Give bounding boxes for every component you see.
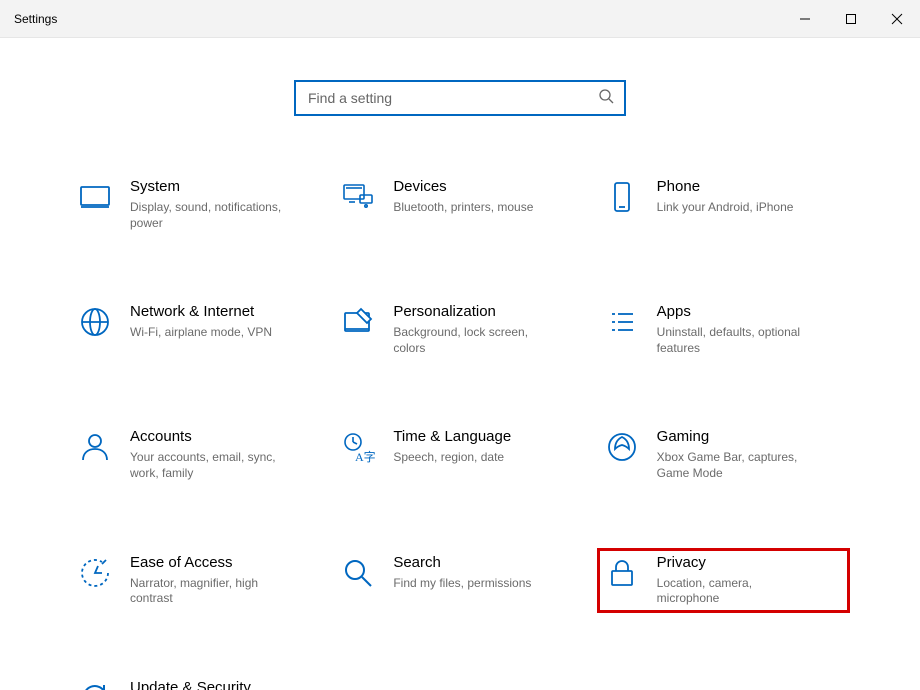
gaming-icon bbox=[603, 428, 641, 466]
minimize-button[interactable] bbox=[782, 0, 828, 38]
category-apps[interactable]: Apps Uninstall, defaults, optional featu… bbox=[597, 297, 850, 362]
category-title: Search bbox=[393, 554, 531, 572]
category-desc: Display, sound, notifications, power bbox=[130, 200, 290, 231]
category-system[interactable]: System Display, sound, notifications, po… bbox=[70, 172, 323, 237]
category-desc: Narrator, magnifier, high contrast bbox=[130, 576, 290, 607]
category-title: Apps bbox=[657, 303, 817, 321]
category-ease-of-access[interactable]: Ease of Access Narrator, magnifier, high… bbox=[70, 548, 323, 613]
category-title: Network & Internet bbox=[130, 303, 272, 321]
category-desc: Link your Android, iPhone bbox=[657, 200, 794, 216]
category-title: Update & Security bbox=[130, 679, 290, 690]
accounts-icon bbox=[76, 428, 114, 466]
category-devices[interactable]: Devices Bluetooth, printers, mouse bbox=[333, 172, 586, 237]
close-button[interactable] bbox=[874, 0, 920, 38]
category-search[interactable]: Search Find my files, permissions bbox=[333, 548, 586, 613]
category-desc: Find my files, permissions bbox=[393, 576, 531, 592]
maximize-button[interactable] bbox=[828, 0, 874, 38]
update-security-icon bbox=[76, 679, 114, 690]
privacy-icon bbox=[603, 554, 641, 592]
time-language-icon: A字 bbox=[339, 428, 377, 466]
category-update-security[interactable]: Update & Security Windows Update, recove… bbox=[70, 673, 323, 690]
titlebar: Settings bbox=[0, 0, 920, 38]
category-title: Gaming bbox=[657, 428, 817, 446]
category-desc: Uninstall, defaults, optional features bbox=[657, 325, 817, 356]
network-icon bbox=[76, 303, 114, 341]
category-desc: Wi-Fi, airplane mode, VPN bbox=[130, 325, 272, 341]
close-icon bbox=[891, 13, 903, 25]
category-gaming[interactable]: Gaming Xbox Game Bar, captures, Game Mod… bbox=[597, 422, 850, 487]
search-input[interactable] bbox=[306, 89, 598, 107]
category-title: Privacy bbox=[657, 554, 817, 572]
category-title: Ease of Access bbox=[130, 554, 290, 572]
category-title: Personalization bbox=[393, 303, 553, 321]
window-controls bbox=[782, 0, 920, 38]
category-time-language[interactable]: A字 Time & Language Speech, region, date bbox=[333, 422, 586, 487]
category-desc: Your accounts, email, sync, work, family bbox=[130, 450, 290, 481]
category-title: Phone bbox=[657, 178, 794, 196]
category-title: Accounts bbox=[130, 428, 290, 446]
devices-icon bbox=[339, 178, 377, 216]
category-desc: Background, lock screen, colors bbox=[393, 325, 553, 356]
search-wrap bbox=[0, 80, 920, 116]
category-desc: Location, camera, microphone bbox=[657, 576, 817, 607]
categories-grid: System Display, sound, notifications, po… bbox=[70, 172, 850, 690]
apps-icon bbox=[603, 303, 641, 341]
window-title: Settings bbox=[14, 12, 57, 26]
ease-of-access-icon bbox=[76, 554, 114, 592]
search-icon bbox=[598, 88, 614, 109]
category-title: Time & Language bbox=[393, 428, 511, 446]
minimize-icon bbox=[799, 13, 811, 25]
search-box[interactable] bbox=[294, 80, 626, 116]
category-desc: Speech, region, date bbox=[393, 450, 511, 466]
category-desc: Bluetooth, printers, mouse bbox=[393, 200, 533, 216]
svg-text:A字: A字 bbox=[355, 449, 375, 464]
search-category-icon bbox=[339, 554, 377, 592]
category-desc: Xbox Game Bar, captures, Game Mode bbox=[657, 450, 817, 481]
system-icon bbox=[76, 178, 114, 216]
maximize-icon bbox=[845, 13, 857, 25]
category-title: Devices bbox=[393, 178, 533, 196]
personalization-icon bbox=[339, 303, 377, 341]
category-accounts[interactable]: Accounts Your accounts, email, sync, wor… bbox=[70, 422, 323, 487]
category-phone[interactable]: Phone Link your Android, iPhone bbox=[597, 172, 850, 237]
category-title: System bbox=[130, 178, 290, 196]
category-privacy[interactable]: Privacy Location, camera, microphone bbox=[597, 548, 850, 613]
category-personalization[interactable]: Personalization Background, lock screen,… bbox=[333, 297, 586, 362]
phone-icon bbox=[603, 178, 641, 216]
category-network[interactable]: Network & Internet Wi-Fi, airplane mode,… bbox=[70, 297, 323, 362]
